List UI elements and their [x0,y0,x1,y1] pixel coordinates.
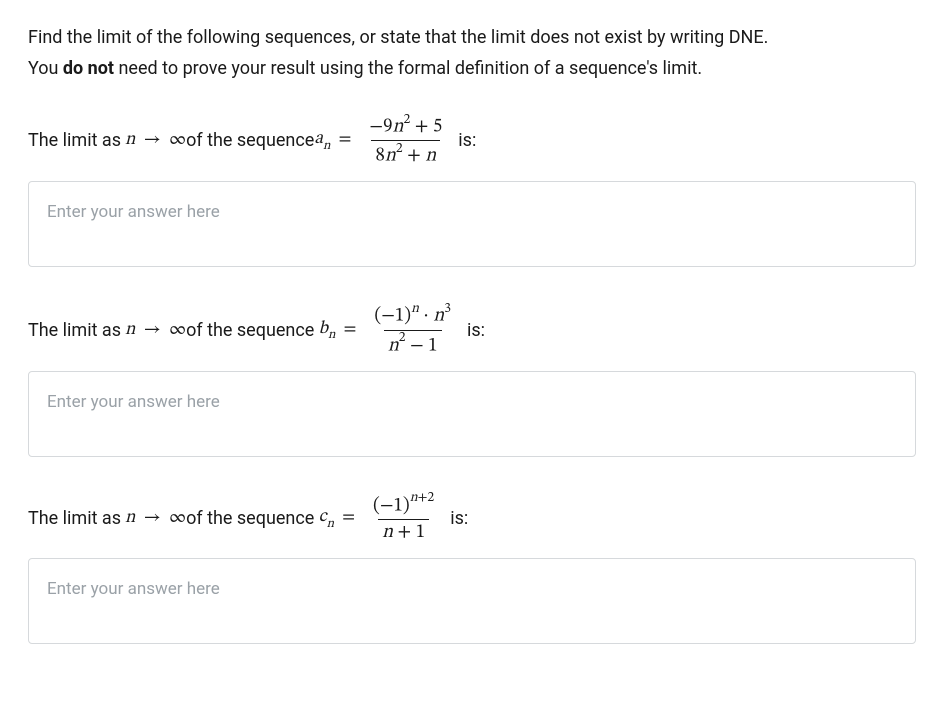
equals-a: = [338,127,351,154]
answer-input-b[interactable] [28,371,916,457]
question-c-prompt: The limit as n → ∞ of the sequence cn = … [28,493,916,544]
instructions-line2-pre: You [28,58,63,79]
limit-expression-c: n → ∞ [125,505,186,532]
seq-letter-a: a [314,130,323,148]
of-sequence-text-a: of the sequence [186,127,314,154]
answer-input-a[interactable] [28,181,916,267]
infinity-symbol: ∞ [169,131,186,149]
instructions-line2-bold: do not [63,58,114,79]
question-a-lead: The limit as [28,127,121,154]
question-c: The limit as n → ∞ of the sequence cn = … [28,493,916,644]
fraction-c: (−1)n+2 n + 1 [369,493,438,544]
question-b-prompt: The limit as n → ∞ of the sequence bn = … [28,303,916,356]
sequence-name-a: an [314,126,330,155]
question-b: The limit as n → ∞ of the sequence bn = … [28,303,916,456]
is-text-b: is: [467,317,485,344]
equals-c: = [342,505,355,532]
seq-sub-c: n [327,518,334,531]
var-n: n [125,131,135,149]
instructions-line2-post: need to prove your result using the form… [114,58,702,79]
seq-letter-b: b [319,320,328,338]
instructions-line-2: You do not need to prove your result usi… [28,55,916,82]
question-a-prompt: The limit as n → ∞ of the sequence an = … [28,114,916,167]
limit-expression-a: n → ∞ [125,127,186,154]
limit-expression-b: n → ∞ [125,317,186,344]
instructions-line-1: Find the limit of the following sequence… [28,24,916,51]
var-n-c: n [125,509,135,527]
question-c-lead: The limit as [28,505,121,532]
question-a: The limit as n → ∞ of the sequence an = … [28,114,916,267]
arrow-icon-c: → [144,509,161,527]
is-text-c: is: [450,505,468,532]
sequence-name-c: cn [314,504,334,533]
answer-input-c[interactable] [28,558,916,644]
var-n-b: n [125,321,135,339]
of-sequence-text-b: of the sequence [186,317,314,344]
of-sequence-text-c: of the sequence [186,505,314,532]
sequence-name-b: bn [314,316,335,345]
instructions-block: Find the limit of the following sequence… [28,24,916,82]
seq-sub-b: n [328,329,335,342]
arrow-icon: → [144,131,161,149]
arrow-icon-b: → [144,321,161,339]
infinity-symbol-c: ∞ [169,509,186,527]
fraction-b: (−1)n · n3 n2 − 1 [370,303,455,356]
fraction-a: −9n2 + 5 8n2 + n [365,114,446,167]
equals-b: = [343,317,356,344]
seq-sub-a: n [323,140,330,153]
seq-letter-c: c [319,508,327,526]
is-text-a: is: [458,127,476,154]
question-b-lead: The limit as [28,317,121,344]
infinity-symbol-b: ∞ [169,321,186,339]
